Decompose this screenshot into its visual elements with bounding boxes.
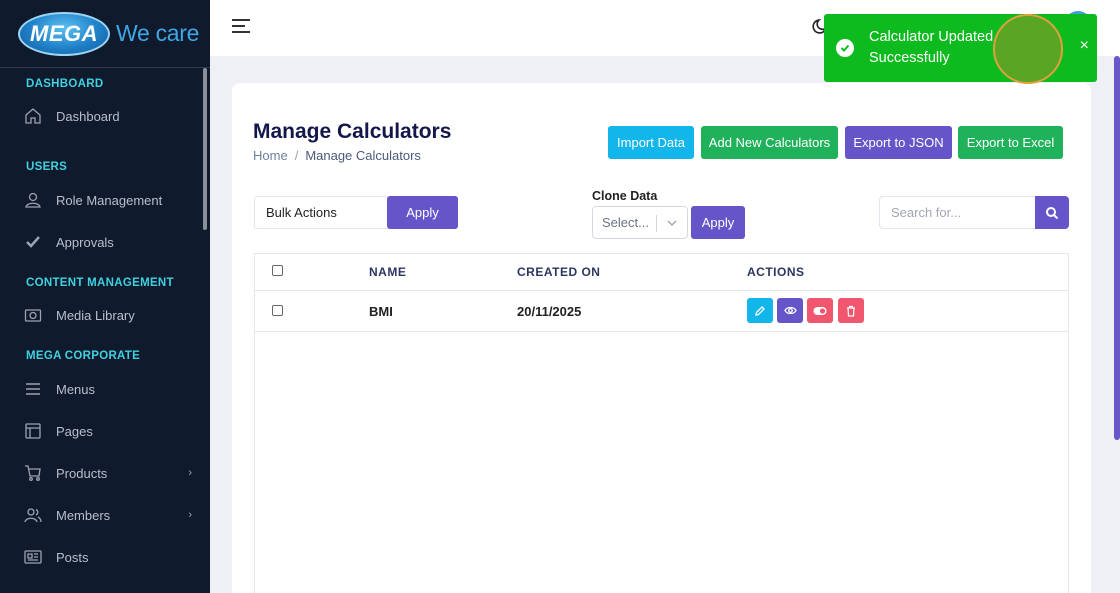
page-title: Manage Calculators xyxy=(253,120,452,143)
toggle-icon xyxy=(813,306,827,315)
export-json-button[interactable]: Export to JSON xyxy=(845,126,952,159)
menu-icon xyxy=(24,380,42,398)
hamburger-menu-icon[interactable] xyxy=(232,19,250,37)
breadcrumb: Home / Manage Calculators xyxy=(253,148,421,163)
bulk-apply-button[interactable]: Apply xyxy=(387,196,458,229)
main-card: Manage Calculators Home / Manage Calculato… xyxy=(232,83,1091,593)
sidebar-item-label: Members xyxy=(56,507,111,523)
sidebar-item-label: Products xyxy=(56,465,108,481)
add-new-calculators-button[interactable]: Add New Calculators xyxy=(701,126,838,159)
search-button[interactable] xyxy=(1035,196,1069,229)
section-title-users: USERS xyxy=(26,161,68,173)
delete-button[interactable] xyxy=(838,298,864,323)
search-icon xyxy=(1046,206,1059,219)
column-header-actions: ACTIONS xyxy=(747,265,805,279)
edit-button[interactable] xyxy=(747,298,773,323)
view-button[interactable] xyxy=(777,298,803,323)
pencil-icon xyxy=(755,305,765,316)
breadcrumb-separator: / xyxy=(294,148,299,163)
trash-icon xyxy=(847,305,855,317)
sidebar: MEGA We care DASHBOARD Dashboard USERS R… xyxy=(0,0,210,593)
sidebar-item-menus[interactable]: Menus xyxy=(24,377,200,401)
layout-icon xyxy=(24,422,42,440)
row-name: BMI xyxy=(369,304,393,319)
clone-data-label: Clone Data xyxy=(592,189,658,203)
logo-tagline: We care xyxy=(116,20,200,46)
logo[interactable]: MEGA We care xyxy=(0,0,210,68)
sidebar-item-members[interactable]: Members › xyxy=(24,503,200,527)
clone-apply-button[interactable]: Apply xyxy=(691,206,745,239)
cursor-highlight xyxy=(993,14,1063,84)
chevron-right-icon: › xyxy=(188,509,192,521)
calculators-table: NAME CREATED ON ACTIONS BMI 20/11/2025 xyxy=(254,253,1069,593)
clone-select-placeholder: Select... xyxy=(602,215,649,230)
sidebar-item-label: Approvals xyxy=(56,234,114,250)
sidebar-item-role-management[interactable]: Role Management xyxy=(24,188,200,212)
users-icon xyxy=(24,506,42,524)
newspaper-icon xyxy=(24,548,42,566)
check-icon xyxy=(24,233,42,251)
table-header: NAME CREATED ON ACTIONS xyxy=(255,254,1068,291)
breadcrumb-current: Manage Calculators xyxy=(305,148,421,163)
column-header-created-on[interactable]: CREATED ON xyxy=(517,265,600,279)
sidebar-item-label: Media Library xyxy=(56,307,135,323)
sidebar-item-pages[interactable]: Pages xyxy=(24,419,200,443)
column-header-name[interactable]: NAME xyxy=(369,265,406,279)
sidebar-item-media-library[interactable]: Media Library xyxy=(24,303,200,327)
user-icon xyxy=(24,191,42,209)
section-title-dashboard: DASHBOARD xyxy=(26,78,104,90)
toggle-status-button[interactable] xyxy=(807,298,833,323)
sidebar-item-label: Menus xyxy=(56,381,96,397)
sidebar-scrollbar[interactable] xyxy=(203,68,207,230)
section-title-mega-corporate: MEGA CORPORATE xyxy=(26,350,141,362)
close-icon[interactable]: × xyxy=(1080,37,1089,55)
chevron-down-icon xyxy=(666,214,678,235)
breadcrumb-home[interactable]: Home xyxy=(253,148,288,163)
sidebar-item-label: Role Management xyxy=(56,192,163,208)
check-circle-icon xyxy=(836,39,854,57)
bulk-actions-select[interactable]: Bulk Actions xyxy=(254,196,388,229)
page-scrollbar[interactable] xyxy=(1112,56,1120,593)
row-checkbox[interactable] xyxy=(272,305,283,316)
logo-badge: MEGA xyxy=(18,11,110,56)
eye-icon xyxy=(783,306,797,315)
toast-message: Calculator Updated Successfully xyxy=(869,29,994,66)
search-input[interactable]: Search for... xyxy=(879,196,1036,229)
section-title-content-management: CONTENT MANAGEMENT xyxy=(26,277,174,289)
table-row: BMI 20/11/2025 xyxy=(255,291,1068,332)
sidebar-item-approvals[interactable]: Approvals xyxy=(24,230,200,254)
chevron-right-icon: › xyxy=(188,467,192,479)
export-excel-button[interactable]: Export to Excel xyxy=(958,126,1063,159)
home-icon xyxy=(24,107,42,125)
cart-icon xyxy=(24,464,42,482)
sidebar-item-dashboard[interactable]: Dashboard xyxy=(24,104,200,128)
select-all-checkbox[interactable] xyxy=(272,265,283,276)
clone-data-select[interactable]: Select... xyxy=(592,206,688,239)
sidebar-item-products[interactable]: Products › xyxy=(24,461,200,485)
sidebar-item-label: Dashboard xyxy=(56,108,120,124)
camera-icon xyxy=(24,306,42,324)
sidebar-item-label: Posts xyxy=(56,549,89,565)
import-data-button[interactable]: Import Data xyxy=(608,126,694,159)
sidebar-item-posts[interactable]: Posts xyxy=(24,545,200,569)
row-created-on: 20/11/2025 xyxy=(517,304,582,319)
sidebar-item-label: Pages xyxy=(56,423,93,439)
